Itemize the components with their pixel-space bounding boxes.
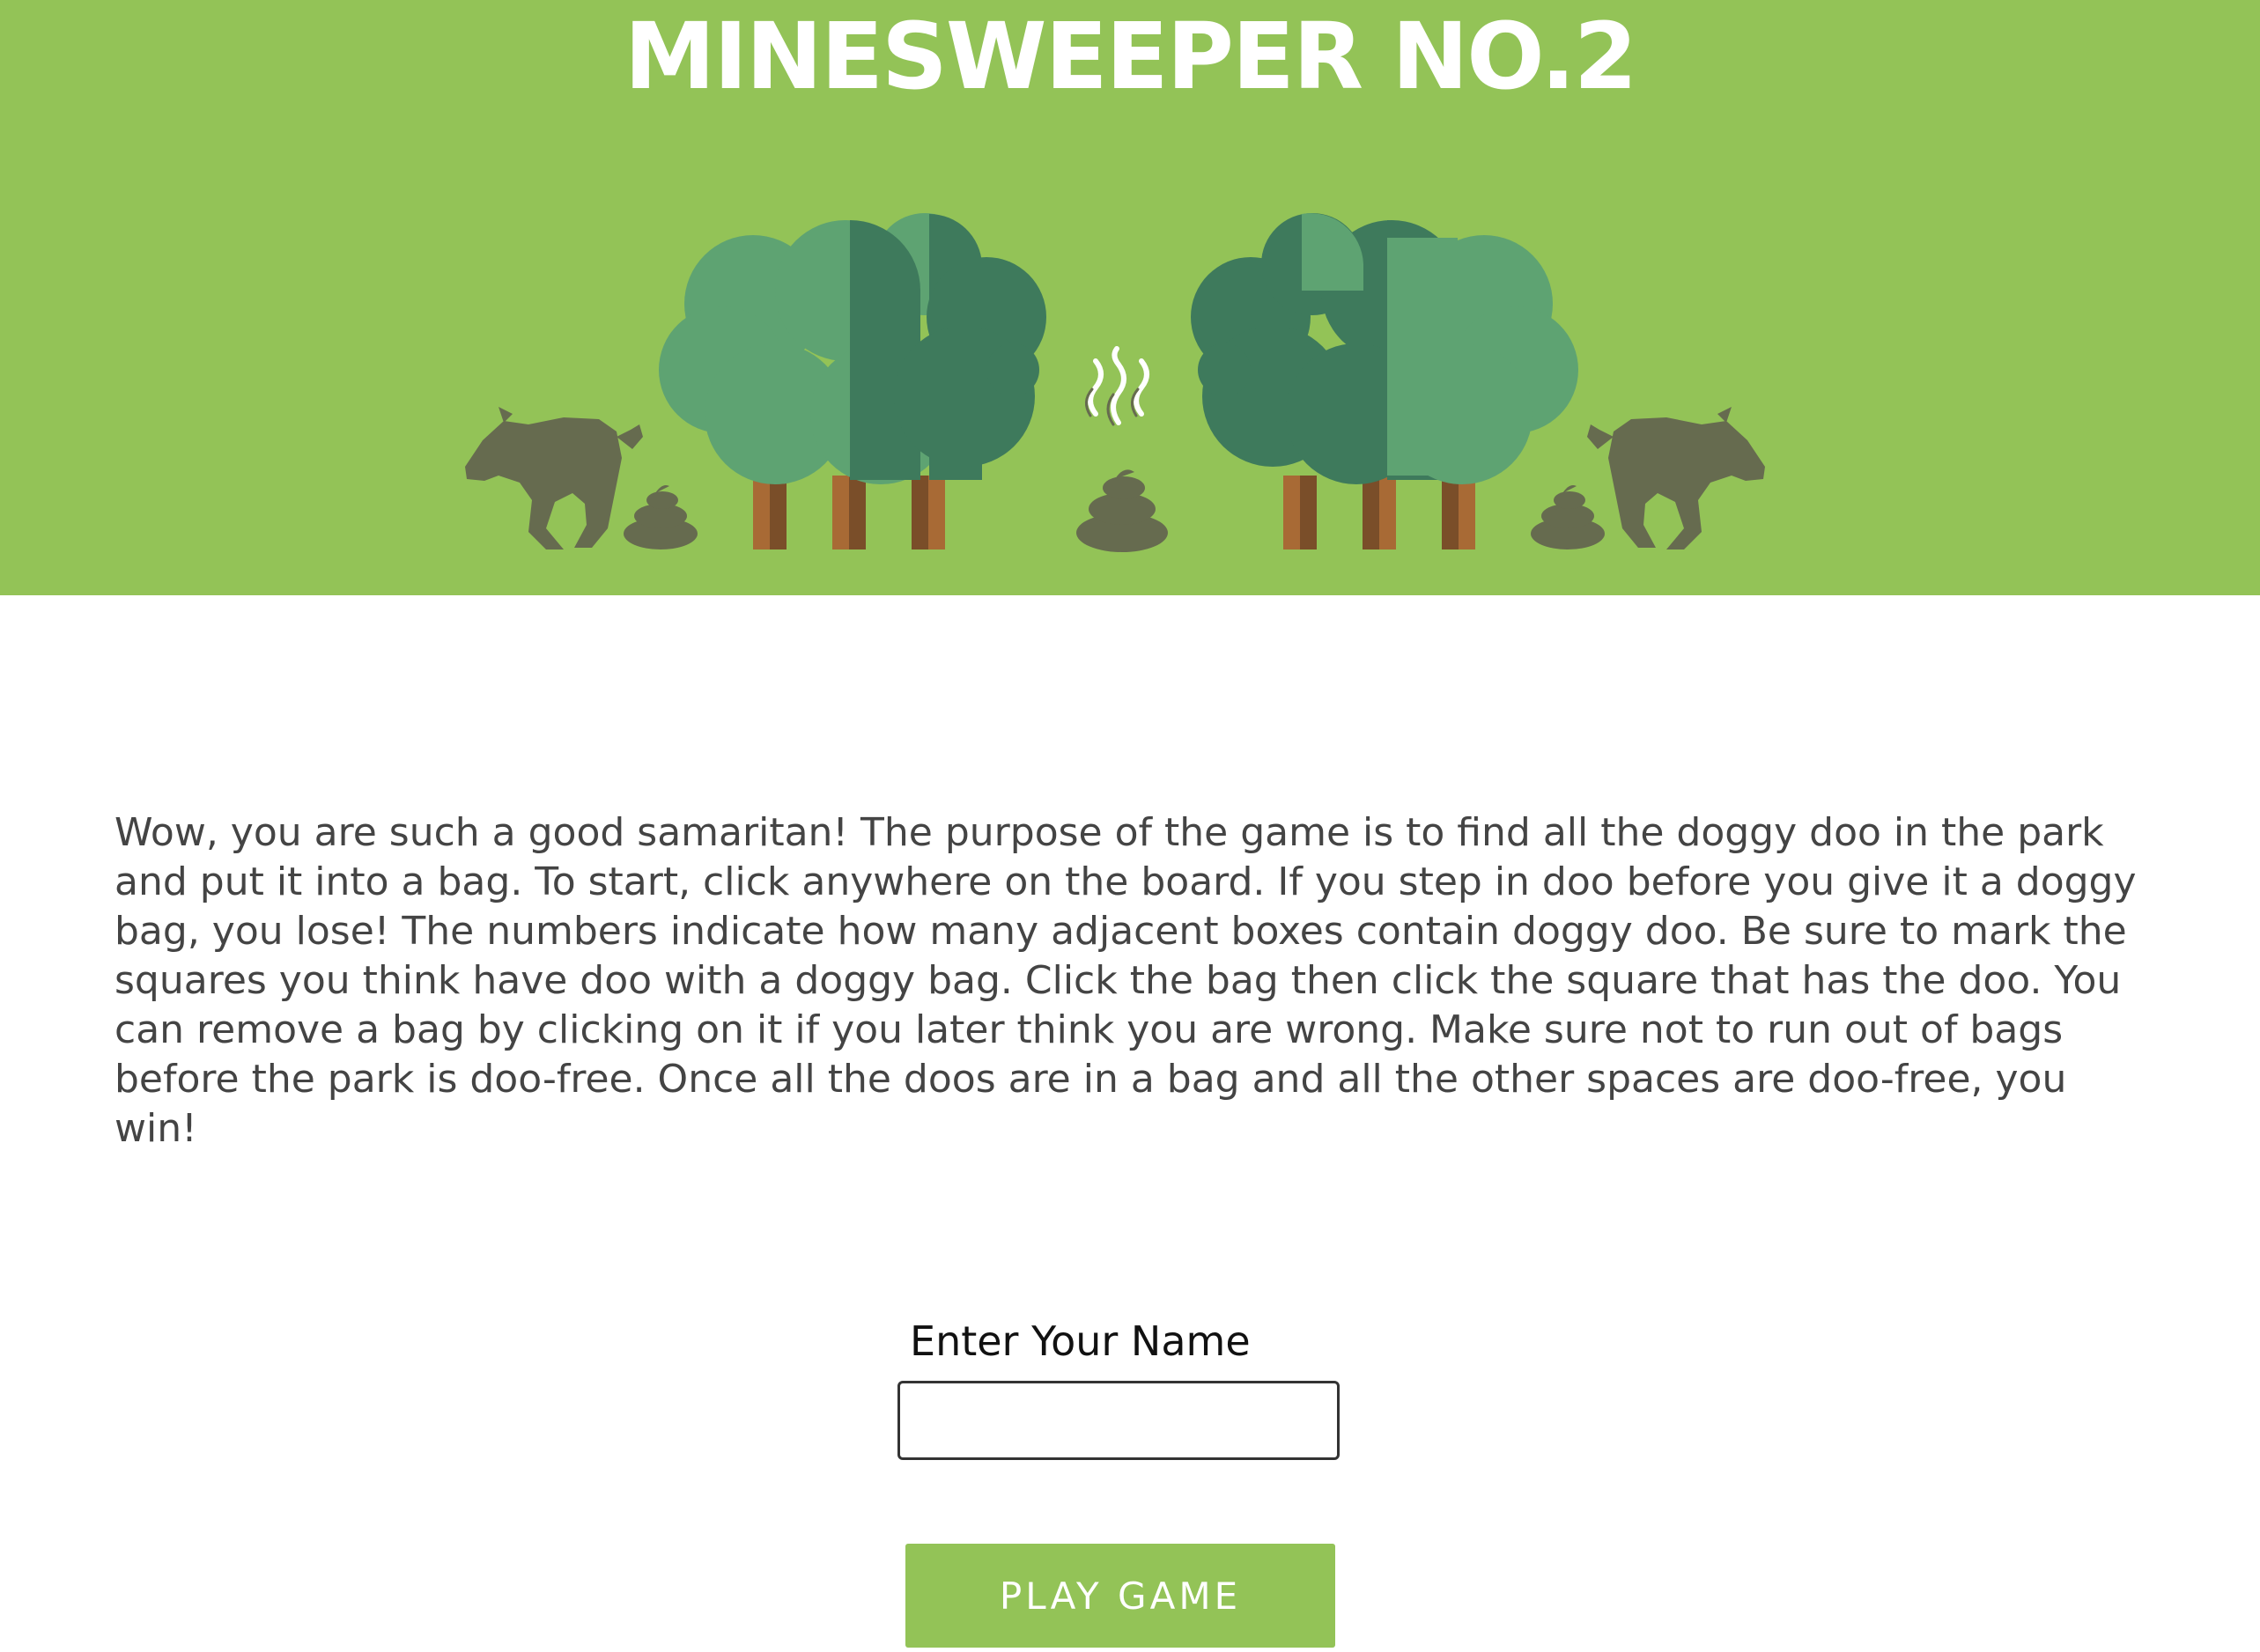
tree-icon [1191, 213, 1578, 549]
dog-icon [465, 407, 643, 549]
header-banner: MINESWEEPER NO.2 [0, 0, 2260, 595]
tree-icon [659, 213, 1046, 549]
poop-icon [624, 485, 698, 549]
steam-icon [1088, 346, 1149, 425]
play-game-button[interactable]: PLAY GAME [905, 1544, 1335, 1648]
page-title: MINESWEEPER NO.2 [624, 3, 1638, 110]
poop-icon [1531, 485, 1605, 549]
dog-icon [1587, 407, 1765, 549]
name-label: Enter Your Name [910, 1317, 1251, 1365]
name-input[interactable] [897, 1381, 1340, 1460]
game-instructions: Wow, you are such a good samaritan! The … [114, 810, 2137, 1151]
poop-icon [1076, 469, 1168, 552]
page: MINESWEEPER NO.2 Wow, you are such a goo… [0, 0, 2260, 1652]
